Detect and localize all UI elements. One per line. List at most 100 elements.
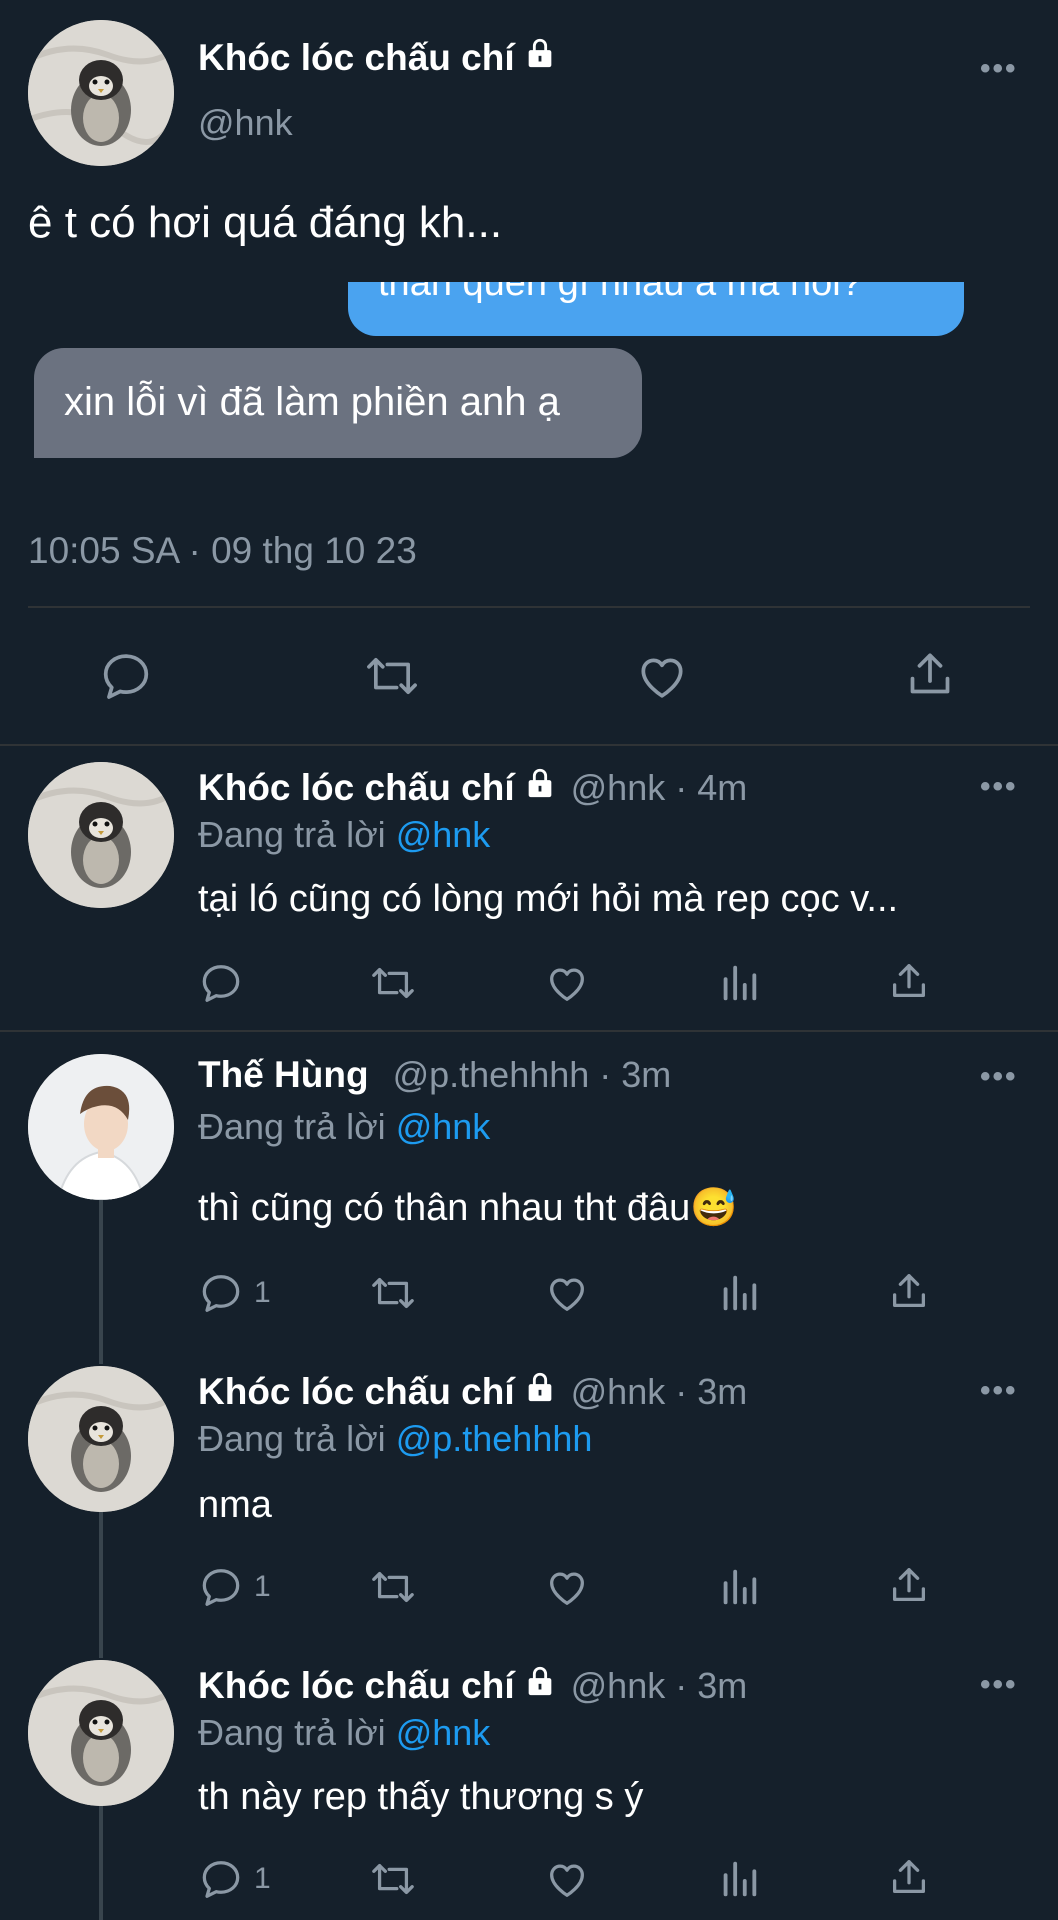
display-name[interactable]: Thế Hùng [198,1054,369,1096]
handle-time[interactable]: @hnk · 3m [571,1371,748,1413]
reply-text: th này rep thấy thương s ý [198,1776,644,1818]
reply-count: 1 [254,1862,271,1895]
lock-icon [523,36,557,79]
reply-button[interactable]: 1 [198,1564,271,1610]
reply-button[interactable]: 1 [198,1856,271,1902]
views-button[interactable] [716,1270,762,1316]
like-icon [550,968,584,1001]
like-icon [550,1572,584,1605]
like-button[interactable] [544,1564,590,1610]
reply-count: 1 [254,1570,271,1603]
reply-button[interactable] [98,648,154,704]
retweet-button[interactable] [362,648,422,704]
share-button[interactable] [886,1562,932,1608]
lock-icon [523,1370,557,1413]
views-icon [723,1275,757,1311]
replying-to: Đang trả lời @hnk [198,1106,491,1147]
like-button[interactable] [634,648,690,704]
display-name[interactable]: Khóc lóc chấu chí [198,1664,557,1707]
avatar[interactable] [28,1366,174,1512]
more-options-icon[interactable]: ••• [980,1374,1018,1408]
reply-button[interactable] [198,960,254,1006]
thread-line [99,1200,103,1364]
like-icon [550,1278,584,1311]
views-icon [723,965,757,1001]
share-icon [910,653,950,694]
like-button[interactable] [544,1856,590,1902]
retweet-icon [372,967,414,999]
penguin-avatar-image [28,20,174,166]
avatar[interactable] [28,1660,174,1806]
like-icon [550,1864,584,1897]
share-icon [892,1860,926,1894]
reply-icon [202,965,240,1002]
retweet-button[interactable] [368,1856,418,1902]
share-icon [892,1568,926,1602]
reply-text: thì cũng có thân nhau tht đâu😅 [198,1187,738,1229]
reply-icon [202,1275,240,1312]
replying-to: Đang trả lời @hnk [198,1712,491,1753]
retweet-icon [372,1571,414,1603]
views-button[interactable] [716,1856,762,1902]
handle-time[interactable]: @p.thehhhh · 3m [393,1054,672,1096]
retweet-icon [372,1277,414,1309]
lock-icon [523,766,557,809]
mention-link[interactable]: @hnk [396,1712,491,1753]
divider [28,606,1030,608]
divider [0,1030,1058,1032]
reply-text: tại ló cũng có lòng mới hỏi mà rep cọc v… [198,878,899,920]
share-button[interactable] [902,646,958,702]
display-name[interactable]: Khóc lóc chấu chí [198,766,557,809]
reply-header: Thế Hùng @p.thehhhh · 3m [198,1054,671,1096]
tweet-text: ê t có hơi quá đáng kh... [28,198,503,247]
reply-header: Khóc lóc chấu chí @hnk · 3m [198,1370,747,1413]
reply-text: nma [198,1484,272,1526]
views-icon [723,1861,757,1897]
share-icon [892,1274,926,1308]
reply-button[interactable]: 1 [198,1270,271,1316]
like-button[interactable] [544,1270,590,1316]
avatar[interactable] [28,1054,174,1200]
retweet-button[interactable] [368,1564,418,1610]
mention-link[interactable]: @p.thehhhh [396,1418,593,1459]
more-options-icon[interactable]: ••• [980,1060,1018,1094]
more-options-icon[interactable]: ••• [980,52,1018,86]
display-name[interactable]: Khóc lóc chấu chí [198,1370,557,1413]
attached-image[interactable]: thân quen gì nhau à mà hỏi? xin lỗi vì đ… [0,282,1058,472]
replying-to: Đang trả lời @p.thehhhh [198,1418,593,1459]
avatar[interactable] [28,20,174,166]
more-options-icon[interactable]: ••• [980,1668,1018,1702]
outgoing-message-bubble: thân quen gì nhau à mà hỏi? [348,282,964,336]
thread-line [99,1806,103,1920]
share-button[interactable] [886,1268,932,1314]
penguin-avatar-image [28,1660,174,1806]
reply-header: Khóc lóc chấu chí @hnk · 3m [198,1664,747,1707]
mention-link[interactable]: @hnk [396,814,491,855]
reply-header: Khóc lóc chấu chí @hnk · 4m [198,766,747,809]
divider [0,744,1058,746]
reply-icon [202,1861,240,1898]
retweet-button[interactable] [368,960,418,1006]
like-icon [641,658,683,698]
reply-count: 1 [254,1276,271,1309]
views-icon [723,1569,757,1605]
lock-icon [523,1664,557,1707]
retweet-button[interactable] [368,1270,418,1316]
views-button[interactable] [716,960,762,1006]
person-avatar-image [28,1054,174,1200]
reply-icon [202,1569,240,1606]
handle-time[interactable]: @hnk · 3m [571,1665,748,1707]
display-name[interactable]: Khóc lóc chấu chí [198,36,557,79]
penguin-avatar-image [28,762,174,908]
mention-link[interactable]: @hnk [396,1106,491,1147]
timestamp[interactable]: 10:05 SA · 09 thg 10 23 [28,530,417,572]
share-icon [892,964,926,998]
handle-time[interactable]: @hnk · 4m [571,767,748,809]
avatar[interactable] [28,762,174,908]
share-button[interactable] [886,1854,932,1900]
share-button[interactable] [886,958,932,1004]
views-button[interactable] [716,1564,762,1610]
like-button[interactable] [544,960,590,1006]
handle[interactable]: @hnk [198,102,293,144]
more-options-icon[interactable]: ••• [980,770,1018,804]
